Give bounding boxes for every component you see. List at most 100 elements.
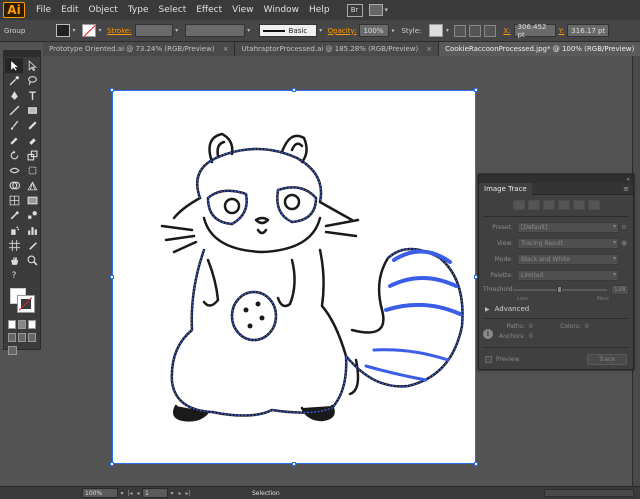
pen-tool-icon[interactable]: [5, 88, 23, 103]
zoom-dropdown-icon[interactable]: ▾: [118, 490, 126, 497]
blob-brush-tool-icon[interactable]: [5, 133, 23, 148]
opacity-link[interactable]: Opacity:: [325, 27, 360, 35]
document-setup-icon[interactable]: [454, 24, 467, 37]
menu-select[interactable]: Select: [153, 0, 191, 20]
tab-utahraptor[interactable]: UtahraptorProcessed.ai @ 185.28% (RGB/Pr…: [235, 42, 440, 56]
menu-help[interactable]: Help: [304, 0, 335, 20]
resize-handle-top[interactable]: [292, 88, 296, 92]
tab-cookie-raccoon[interactable]: CookieRaccoonProcessed.jpg* @ 100% (RGB/…: [439, 42, 640, 56]
shape-builder-tool-icon[interactable]: [5, 178, 23, 193]
current-tool-status[interactable]: Selection: [252, 490, 312, 497]
eyedropper-tool-icon[interactable]: [5, 208, 23, 223]
fill-dropdown-icon[interactable]: ▾: [70, 27, 78, 34]
blend-tool-icon[interactable]: [23, 208, 41, 223]
gradient-mode-icon[interactable]: [18, 320, 26, 329]
zoom-tool-icon[interactable]: [23, 253, 41, 268]
artboard[interactable]: [112, 90, 476, 464]
stroke-weight-dropdown-icon[interactable]: ▾: [173, 27, 181, 34]
stroke-color-swatch[interactable]: [17, 295, 35, 313]
auto-color-preset-icon[interactable]: [512, 200, 525, 210]
disclosure-triangle-icon[interactable]: ▶: [485, 306, 490, 313]
style-dropdown-icon[interactable]: ▾: [443, 27, 451, 34]
artboard-number-field[interactable]: 1: [142, 488, 168, 498]
advanced-toggle[interactable]: ▶ Advanced: [479, 302, 633, 316]
grayscale-preset-icon[interactable]: [557, 200, 570, 210]
draw-normal-icon[interactable]: [8, 333, 16, 342]
high-color-preset-icon[interactable]: [527, 200, 540, 210]
preset-select[interactable]: [Default]: [517, 221, 619, 233]
preset-menu-icon[interactable]: ≡: [619, 223, 629, 231]
stroke-dropdown-icon[interactable]: ▾: [96, 27, 104, 34]
align-icon[interactable]: [469, 24, 482, 37]
menu-type[interactable]: Type: [123, 0, 154, 20]
paintbrush-tool-icon[interactable]: [5, 118, 23, 133]
y-link[interactable]: Y:: [556, 27, 568, 35]
resize-handle-bottom[interactable]: [292, 462, 296, 466]
close-icon[interactable]: ×: [223, 45, 229, 53]
trace-button[interactable]: Trace: [587, 354, 627, 365]
stroke-weight-field[interactable]: [134, 24, 173, 37]
eye-icon[interactable]: ◉: [619, 239, 629, 247]
symbol-sprayer-tool-icon[interactable]: [5, 223, 23, 238]
perspective-grid-tool-icon[interactable]: [23, 178, 41, 193]
free-transform-tool-icon[interactable]: [23, 163, 41, 178]
artboard-dropdown-icon[interactable]: ▾: [168, 490, 176, 497]
arrange-dropdown-icon[interactable]: ▾: [385, 6, 395, 14]
artboard-tool-icon[interactable]: [5, 238, 23, 253]
stroke-swatch[interactable]: [82, 24, 96, 37]
x-link[interactable]: X:: [500, 27, 513, 35]
low-color-preset-icon[interactable]: [542, 200, 555, 210]
menu-edit[interactable]: Edit: [56, 0, 83, 20]
column-graph-tool-icon[interactable]: [23, 223, 41, 238]
brush-definition[interactable]: Basic: [258, 24, 317, 37]
zoom-field[interactable]: 100%: [82, 488, 118, 498]
horizontal-scrollbar[interactable]: [544, 489, 634, 497]
direct-selection-tool-icon[interactable]: [23, 58, 41, 73]
scale-tool-icon[interactable]: [23, 148, 41, 163]
previous-artboard-icon[interactable]: ◂: [134, 490, 142, 497]
gradient-tool-icon[interactable]: [23, 193, 41, 208]
resize-handle-top-left[interactable]: [110, 88, 114, 92]
view-select[interactable]: Tracing Result: [517, 237, 619, 249]
opacity-dropdown-icon[interactable]: ▸: [389, 27, 397, 34]
panel-tab-image-trace[interactable]: Image Trace: [479, 182, 532, 195]
tab-prototype-oriented[interactable]: Prototype Oriented.ai @ 73.24% (RGB/Prev…: [43, 42, 236, 56]
eraser-tool-icon[interactable]: [23, 133, 41, 148]
last-artboard-icon[interactable]: ▸|: [184, 490, 192, 497]
menu-view[interactable]: View: [227, 0, 258, 20]
lasso-tool-icon[interactable]: [23, 73, 41, 88]
bridge-button[interactable]: Br: [346, 3, 363, 17]
threshold-slider-thumb[interactable]: [557, 285, 562, 293]
y-position-field[interactable]: 316.17 pt: [567, 24, 610, 37]
variable-width-profile[interactable]: [184, 24, 245, 37]
help-icon[interactable]: ?: [5, 268, 23, 283]
close-icon[interactable]: ×: [426, 45, 432, 53]
magic-wand-tool-icon[interactable]: [5, 73, 23, 88]
brush-dropdown-icon[interactable]: ▾: [317, 27, 325, 34]
selection-tool-icon[interactable]: [5, 58, 23, 73]
resize-handle-bottom-left[interactable]: [110, 462, 114, 466]
resize-handle-top-right[interactable]: [474, 88, 478, 92]
graphic-style-swatch[interactable]: [429, 24, 444, 37]
width-tool-icon[interactable]: [5, 163, 23, 178]
none-mode-icon[interactable]: [28, 320, 36, 329]
pencil-tool-icon[interactable]: [23, 118, 41, 133]
palette-select[interactable]: Limited: [517, 269, 619, 281]
profile-dropdown-icon[interactable]: ▾: [245, 27, 253, 34]
rotate-tool-icon[interactable]: [5, 148, 23, 163]
x-position-field[interactable]: 306.452 pt: [513, 23, 556, 39]
preview-checkbox[interactable]: [485, 356, 492, 363]
mesh-tool-icon[interactable]: [5, 193, 23, 208]
draw-behind-icon[interactable]: [18, 333, 26, 342]
black-white-preset-icon[interactable]: [572, 200, 585, 210]
menu-object[interactable]: Object: [84, 0, 123, 20]
outline-preset-icon[interactable]: [587, 200, 600, 210]
arrange-documents-icon[interactable]: [368, 4, 383, 16]
draw-inside-icon[interactable]: [28, 333, 36, 342]
type-tool-icon[interactable]: [23, 88, 41, 103]
rectangle-tool-icon[interactable]: [23, 103, 41, 118]
collapse-icon[interactable]: «: [626, 176, 630, 183]
transform-icon[interactable]: [484, 24, 497, 37]
resize-handle-bottom-right[interactable]: [474, 462, 478, 466]
stroke-link[interactable]: Stroke:: [104, 27, 135, 35]
